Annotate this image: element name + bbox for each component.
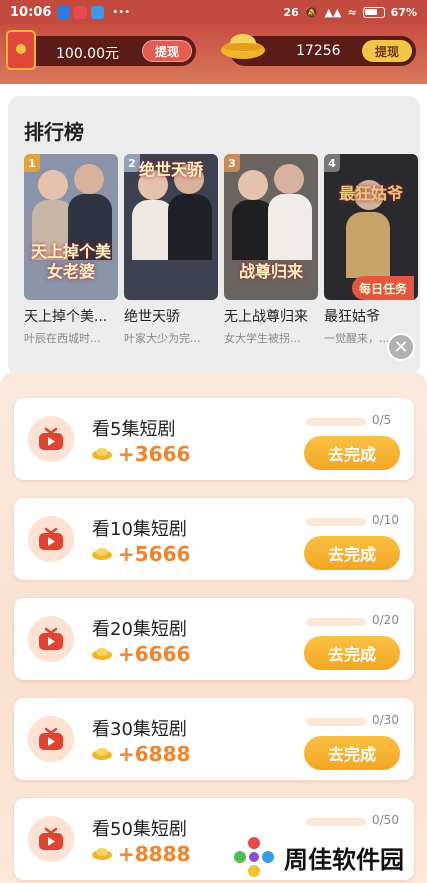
poster-title-art: 战尊归来 — [238, 262, 303, 281]
drama-poster[interactable]: 2 绝世天骄 — [124, 154, 218, 300]
coin-balance-pill: 17256 提现 — [221, 34, 416, 66]
status-right: 26 🔕 ▲▲ ≈ 67% — [284, 6, 418, 19]
task-progress-text: 0/10 — [372, 513, 399, 527]
drama-poster[interactable]: 1 天上掉个美女老婆 — [24, 154, 118, 300]
tv-icon — [28, 416, 74, 462]
red-packet-icon — [6, 30, 36, 70]
go-complete-button[interactable]: 去完成 — [304, 536, 400, 570]
task-progress-bar — [306, 718, 366, 726]
go-complete-button[interactable]: 去完成 — [304, 636, 400, 670]
task-sheet: 看5集短剧 +3666 0/5 去完成 看10集短剧 +5666 0/10 去完… — [0, 372, 427, 883]
gold-ingot-icon — [92, 448, 112, 460]
mute-icon: 🔕 — [304, 5, 319, 19]
coin-withdraw-button[interactable]: 提现 — [362, 40, 412, 62]
tv-icon — [28, 816, 74, 862]
watermark-text: 周佳软件园 — [284, 845, 404, 874]
signal-icon: ▲▲ — [324, 5, 342, 19]
battery-percent: 67% — [390, 5, 417, 19]
task-progress-text: 0/30 — [372, 713, 399, 727]
gold-ingot-icon — [92, 548, 112, 560]
coin-amount: 17256 — [296, 43, 341, 59]
poster-title-art: 天上掉个美女老婆 — [30, 242, 111, 281]
drama-poster[interactable]: 3 战尊归来 — [224, 154, 318, 300]
drama-subtitle: 叶辰在西城时... — [24, 332, 101, 345]
poster-title-art: 最狂姑爷 — [338, 184, 403, 203]
go-complete-button[interactable]: 去完成 — [304, 736, 400, 770]
wifi-icon: ≈ — [347, 5, 357, 19]
task-reward: +8888 — [118, 842, 191, 866]
task-reward: +6888 — [118, 742, 191, 766]
go-complete-button[interactable]: 去完成 — [304, 436, 400, 470]
task-card: 看20集短剧 +6666 0/20 去完成 — [14, 598, 414, 680]
app-notification-icon — [91, 5, 105, 19]
task-name: 看10集短剧 — [92, 519, 187, 540]
task-card: 看10集短剧 +5666 0/10 去完成 — [14, 498, 414, 580]
task-reward: +3666 — [118, 442, 191, 466]
gold-ingot-icon — [92, 648, 112, 660]
status-more-icon: ••• — [112, 6, 131, 18]
status-bar: 10:06 ••• 26 🔕 ▲▲ ≈ 67% — [0, 0, 427, 24]
task-card: 看30集短剧 +6888 0/30 去完成 — [14, 698, 414, 780]
drama-title[interactable]: 无上战尊归来 — [224, 306, 324, 326]
task-name: 看5集短剧 — [92, 419, 176, 440]
task-progress-text: 0/50 — [372, 813, 399, 827]
gold-ingot-icon — [92, 848, 112, 860]
task-progress-bar — [306, 518, 366, 526]
balance-header: 100.00元 提现 17256 提现 — [0, 24, 427, 84]
cash-withdraw-button[interactable]: 提现 — [142, 40, 192, 62]
drama-title[interactable]: 绝世天骄 — [124, 306, 224, 326]
tv-icon — [28, 616, 74, 662]
battery-icon — [362, 6, 385, 18]
close-icon[interactable]: ✕ — [387, 333, 415, 361]
app-notification-icon — [57, 5, 71, 19]
task-name: 看50集短剧 — [92, 819, 187, 840]
status-time: 10:06 — [10, 4, 52, 20]
rank-badge: 1 — [24, 154, 40, 172]
status-app-icons — [57, 5, 105, 19]
rank-badge: 3 — [224, 154, 240, 172]
gold-ingot-icon — [221, 34, 265, 59]
drama-subtitle: 叶家大少为完... — [124, 332, 201, 345]
cash-balance-pill: 100.00元 提现 — [6, 30, 196, 70]
data-speed: 26 — [283, 5, 299, 19]
daily-task-button[interactable]: 每日任务 — [352, 276, 414, 300]
task-card: 看5集短剧 +3666 0/5 去完成 — [14, 398, 414, 480]
task-progress-bar — [306, 618, 366, 626]
poster-title-art: 绝世天骄 — [138, 160, 203, 179]
drama-title[interactable]: 天上掉个美... — [24, 306, 124, 326]
task-name: 看30集短剧 — [92, 719, 187, 740]
ranking-title: 排行榜 — [24, 120, 84, 144]
task-reward: +5666 — [118, 542, 191, 566]
watermark-logo-icon — [234, 837, 274, 877]
drama-title[interactable]: 最狂姑爷 — [324, 306, 424, 326]
drama-subtitle: 女大学生被拐... — [224, 332, 301, 345]
tv-icon — [28, 716, 74, 762]
task-progress-bar — [306, 818, 366, 826]
task-progress-bar — [306, 418, 366, 426]
task-reward: +6666 — [118, 642, 191, 666]
gold-ingot-icon — [92, 748, 112, 760]
watermark: 周佳软件园 — [232, 834, 422, 880]
cash-amount: 100.00元 — [56, 46, 119, 62]
task-progress-text: 0/20 — [372, 613, 399, 627]
rank-badge: 4 — [324, 154, 340, 172]
task-name: 看20集短剧 — [92, 619, 187, 640]
ranking-card: 排行榜 1 天上掉个美女老婆 2 绝世天骄 3 战尊归来 4 最狂姑爷 天上掉个… — [8, 96, 420, 376]
app-notification-icon — [74, 5, 88, 19]
task-progress-text: 0/5 — [372, 413, 392, 427]
tv-icon — [28, 516, 74, 562]
